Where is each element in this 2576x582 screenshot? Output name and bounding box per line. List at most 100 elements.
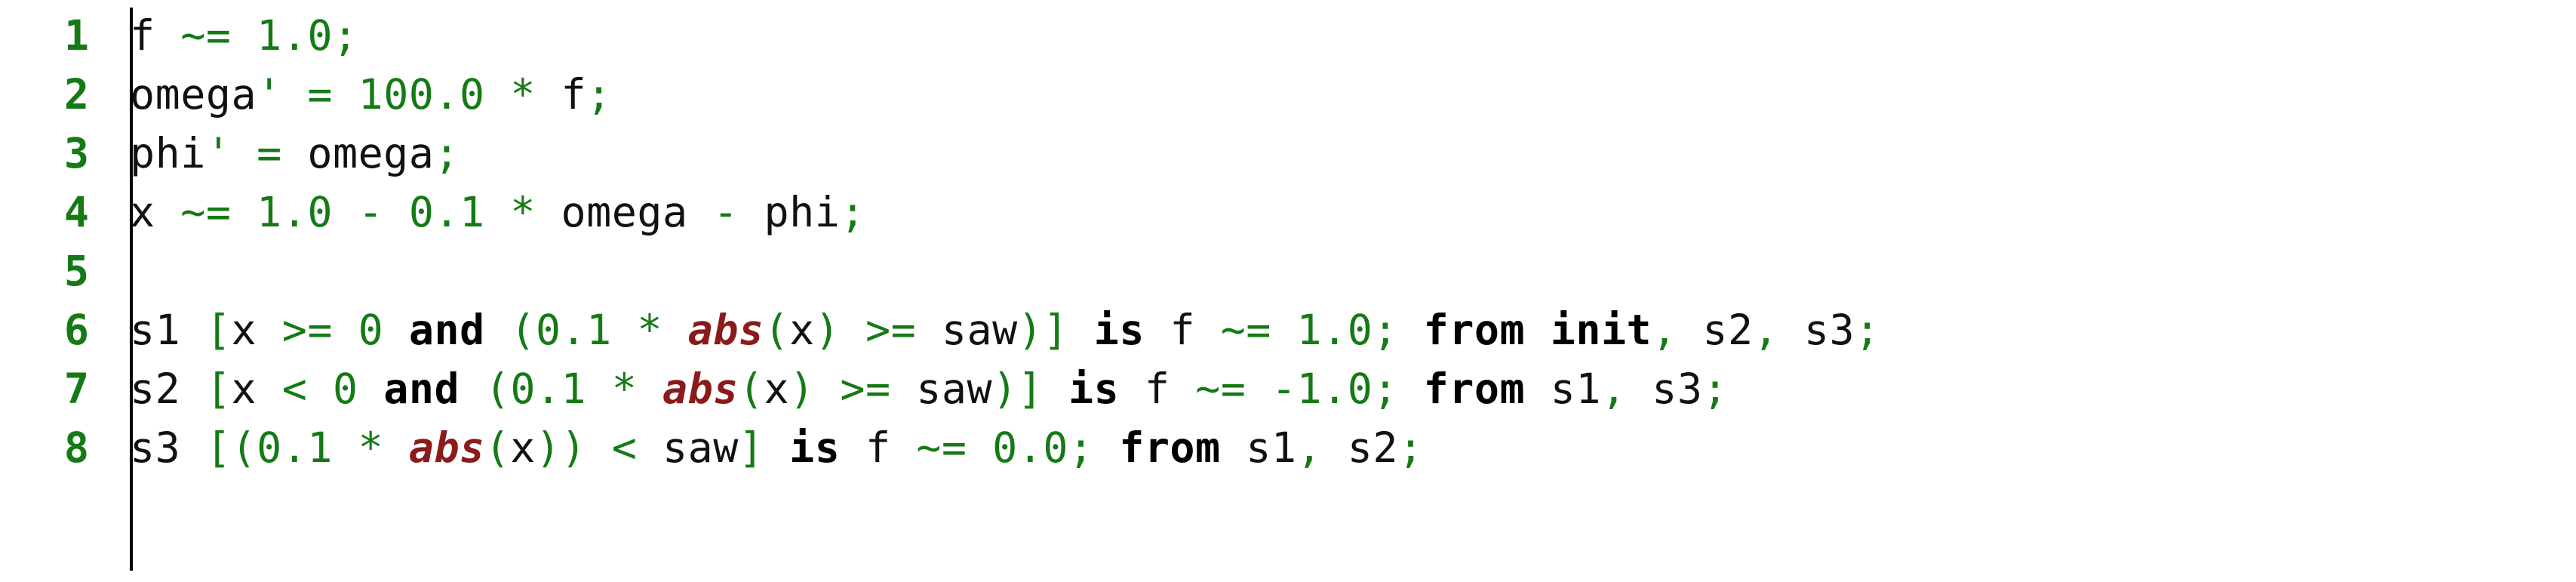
token-whitespace [257,306,282,354]
code-line-text[interactable]: phi' = omega; [130,124,2576,183]
token-whitespace [333,70,358,119]
token-punctuation: ; [1068,423,1094,472]
code-line[interactable]: 7 s2 [x < 0 and (0.1 * abs(x) >= saw)] is… [0,359,2576,418]
code-line[interactable]: 8 s3 [(0.1 * abs(x)) < saw] is f ~= 0.0; … [0,418,2576,477]
token-whitespace [967,423,992,472]
code-lines-container[interactable]: 1f ~= 1.0; 2 omega' = 100.0 * f; 3 phi' = om… [0,6,2576,477]
token-operator: = [307,70,333,119]
code-listing[interactable]: 1f ~= 1.0; 2 omega' = 100.0 * f; 3 phi' = om… [0,0,2576,582]
token-identifier: x [510,423,536,472]
token-whitespace [282,129,308,177]
token-punctuation: [ [205,306,232,354]
token-identifier: s1 [1550,365,1601,413]
token-number: 1.0 [1296,306,1373,354]
token-punctuation: ) [814,306,841,354]
line-number: 4 [63,188,89,236]
token-punctuation: ) [992,365,1018,413]
code-line[interactable]: 1 f ~= 1.0; [0,6,2576,65]
token-keyword: is [789,423,841,472]
token-whitespace [612,306,638,354]
token-whitespace [1195,306,1221,354]
token-keyword: init [1550,306,1652,354]
token-operator: >= [281,306,333,354]
token-whitespace [282,70,308,119]
token-whitespace [637,423,662,472]
code-line-text[interactable]: s1 [x >= 0 and (0.1 * abs(x) >= saw)] is… [130,300,2576,359]
token-punctuation: , [1296,423,1323,472]
token-whitespace [155,11,181,60]
token-punctuation: , [1652,306,1677,354]
token-function: abs [408,423,485,472]
token-whitespace [815,365,841,413]
token-whitespace [155,188,181,236]
token-operator: ~= [1220,306,1271,354]
token-punctuation: ; [1702,365,1729,413]
token-punctuation: ] [1017,365,1044,413]
token-punctuation: , [1600,365,1627,413]
code-line-text[interactable]: s3 [(0.1 * abs(x)) < saw] is f ~= 0.0; f… [130,418,2576,477]
token-keyword: from [1423,365,1526,413]
token-identifier: f [865,423,891,472]
line-number: 1 [63,11,89,60]
token-whitespace [231,129,257,177]
token-operator: * [510,70,536,119]
token-punctuation: ] [738,423,764,472]
token-punctuation: ) [1017,306,1044,354]
code-line[interactable]: 4 x ~= 1.0 - 0.1 * omega - phi; [0,183,2576,242]
token-whitespace [891,423,917,472]
token-punctuation: ; [1373,306,1399,354]
token-whitespace [383,306,409,354]
token-punctuation: ) [789,365,815,413]
token-whitespace [916,306,942,354]
line-number: 5 [63,247,89,295]
code-line-text[interactable]: f ~= 1.0; [130,6,2576,65]
token-punctuation: ) [561,423,587,472]
code-line[interactable]: 3 phi' = omega; [0,124,2576,183]
token-punctuation: ( [510,306,536,354]
token-whitespace [1627,365,1652,413]
token-operator: ' [205,129,232,177]
token-whitespace [1119,365,1145,413]
token-whitespace [536,70,561,119]
token-identifier: x [231,306,257,354]
token-identifier: f [1144,365,1170,413]
token-whitespace [1398,365,1424,413]
token-operator: ~= [180,11,232,60]
token-number: -1.0 [1271,365,1373,413]
token-whitespace [1043,365,1068,413]
token-whitespace [180,306,206,354]
code-line[interactable]: 5 [0,242,2576,300]
token-operator: >= [865,306,917,354]
token-identifier: omega [561,188,688,236]
token-whitespace [358,365,384,413]
token-number: 1.0 [257,11,333,60]
token-whitespace [1094,423,1120,472]
code-line-text[interactable]: s2 [x < 0 and (0.1 * abs(x) >= saw)] is … [130,359,2576,418]
token-punctuation: ; [1373,365,1399,413]
token-identifier: saw [662,423,739,472]
code-line-text[interactable]: omega' = 100.0 * f; [130,65,2576,124]
token-punctuation: ( [484,423,511,472]
token-function: abs [662,365,739,413]
token-operator: * [611,365,638,413]
token-whitespace [231,188,257,236]
code-line-text[interactable]: x ~= 1.0 - 0.1 * omega - phi; [130,183,2576,242]
token-keyword: from [1423,306,1526,354]
token-punctuation: , [1753,306,1779,354]
token-whitespace [1170,365,1195,413]
token-punctuation: ; [586,70,612,119]
token-punctuation: [ [205,423,232,472]
token-punctuation: ] [1043,306,1068,354]
token-identifier: x [231,365,257,413]
code-line[interactable]: 2 omega' = 100.0 * f; [0,65,2576,124]
token-operator: - [358,188,384,236]
token-punctuation: ( [738,365,764,413]
token-keyword: and [408,306,485,354]
token-operator: >= [840,365,891,413]
token-whitespace [460,365,485,413]
code-line[interactable]: 6 s1 [x >= 0 and (0.1 * abs(x) >= saw)] i… [0,300,2576,359]
token-identifier: x [764,365,790,413]
token-whitespace [840,306,865,354]
token-operator: * [358,423,384,472]
token-punctuation: ; [434,129,460,177]
